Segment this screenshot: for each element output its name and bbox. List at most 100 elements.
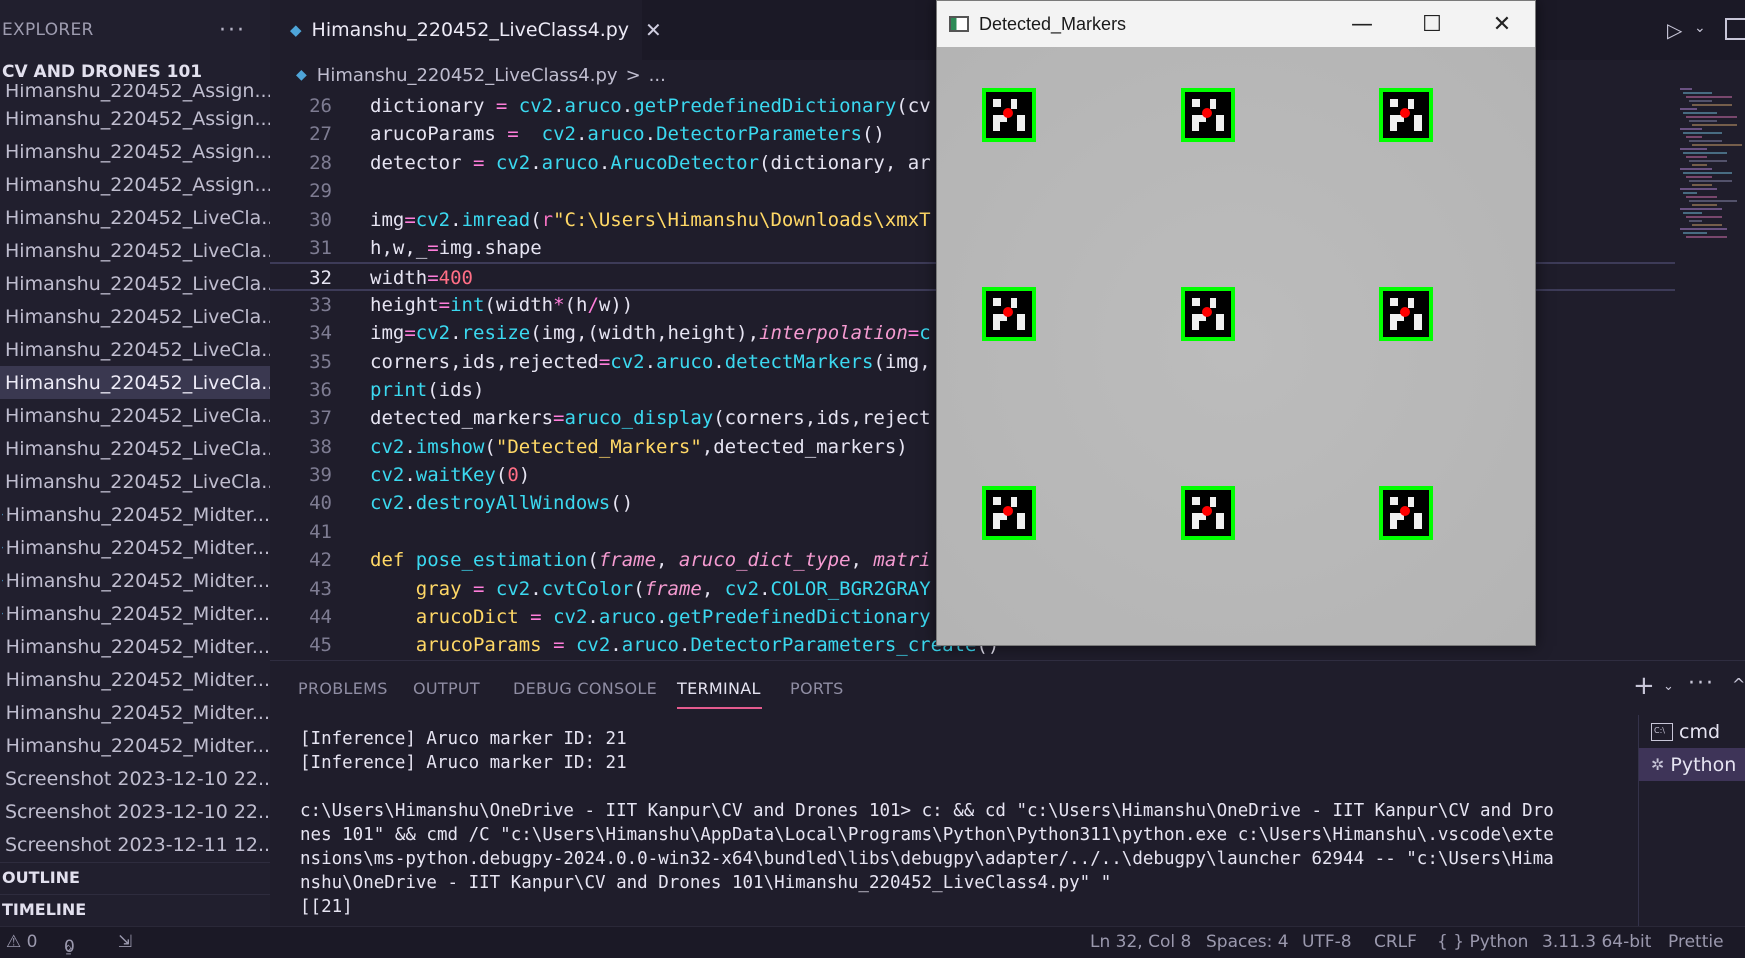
code-text: corners,ids,rejected=cv2.aruco.detectMar… bbox=[370, 350, 931, 373]
more-actions-icon[interactable]: ··· bbox=[1688, 671, 1715, 696]
timeline-section[interactable]: TIMELINE bbox=[0, 894, 270, 924]
problems-status[interactable]: ⚠ 0 bbox=[6, 932, 37, 952]
run-icon[interactable]: ▷ bbox=[1667, 18, 1682, 42]
file-label: Himanshu_220452_LiveCla... bbox=[5, 272, 270, 295]
chevron-down-icon[interactable]: ⌄ bbox=[1694, 20, 1706, 36]
interpreter-status[interactable]: 3.11.3 64-bit bbox=[1542, 932, 1651, 952]
file-tree-item[interactable]: ◆Himanshu_220452_LiveCla... bbox=[0, 366, 270, 399]
file-tree-item[interactable]: ◆Himanshu_220452_Midter... bbox=[0, 498, 270, 531]
code-text: height=int(width*(h/w)) bbox=[370, 293, 634, 316]
file-tree-item-partial[interactable]: ▧ Himanshu_220452_Assign... bbox=[0, 84, 270, 102]
minimap-line bbox=[1683, 232, 1707, 234]
line-number: 31 bbox=[309, 236, 332, 259]
code-text: dictionary = cv2.aruco.getPredefinedDict… bbox=[370, 95, 931, 117]
code-text: img=cv2.resize(img,(width,height),interp… bbox=[370, 322, 931, 345]
python-file-icon: ◆ bbox=[2, 573, 3, 588]
file-label: Himanshu_220452_Midter... bbox=[5, 503, 270, 526]
outline-section[interactable]: OUTLINE bbox=[0, 862, 270, 892]
explorer-sidebar: EXPLORER ··· CV AND DRONES 101 ▧ Himansh… bbox=[0, 0, 270, 926]
file-tree-item[interactable]: ▧Himanshu_220452_Midter... bbox=[0, 663, 270, 696]
close-tab-icon[interactable]: ✕ bbox=[645, 18, 662, 42]
file-label: Himanshu_220452_Midter... bbox=[5, 569, 270, 592]
file-tree-item[interactable]: ◆Himanshu_220452_LiveCla... bbox=[0, 267, 270, 300]
aruco-marker bbox=[1181, 287, 1235, 341]
line-number: 33 bbox=[309, 293, 332, 316]
file-tree-item[interactable]: ▧Himanshu_220452_Assign... bbox=[0, 102, 270, 135]
new-terminal-icon[interactable]: + bbox=[1633, 671, 1655, 701]
prettier-status[interactable]: Prettie bbox=[1668, 932, 1724, 952]
split-editor-icon[interactable] bbox=[1725, 18, 1745, 40]
code-text: arucoParams = cv2.aruco.DetectorParamete… bbox=[415, 634, 1000, 657]
code-text: arucoParams = cv2.aruco.DetectorParamete… bbox=[370, 123, 885, 146]
file-tree-item[interactable]: ◆Himanshu_220452_LiveCla... bbox=[0, 300, 270, 333]
aruco-marker bbox=[982, 287, 1036, 341]
eol-status[interactable]: CRLF bbox=[1374, 932, 1417, 952]
file-label: Himanshu_220452_Midter... bbox=[5, 701, 270, 724]
file-tree-item[interactable]: ◆Himanshu_220452_LiveCla... bbox=[0, 234, 270, 267]
window-titlebar[interactable]: Detected_Markers — ☐ ✕ bbox=[937, 1, 1535, 47]
tab-debug-console[interactable]: DEBUG CONSOLE bbox=[513, 679, 657, 698]
file-tree-item[interactable]: ▧Himanshu_220452_LiveCla... bbox=[0, 399, 270, 432]
tab-liveclass4[interactable]: ◆ Himanshu_220452_LiveClass4.py ✕ bbox=[270, 0, 662, 60]
minimap-line bbox=[1680, 208, 1722, 210]
file-label: Himanshu_220452_LiveCla... bbox=[5, 437, 270, 460]
chevron-down-icon[interactable]: ⌄ bbox=[1663, 679, 1674, 694]
tab-ports[interactable]: PORTS bbox=[790, 679, 844, 698]
file-tree-item[interactable]: ◆Himanshu_220452_Midter... bbox=[0, 564, 270, 597]
file-tree-item[interactable]: ◆Himanshu_220452_Midter... bbox=[0, 531, 270, 564]
encoding-status[interactable]: UTF-8 bbox=[1302, 932, 1352, 952]
python-file-icon: ◆ bbox=[2, 507, 3, 522]
minimap-line bbox=[1683, 212, 1702, 214]
terminal-output[interactable]: [Inference] Aruco marker ID: 21 [Inferen… bbox=[300, 727, 1630, 923]
file-tree-item[interactable]: ▧Screenshot 2023-12-10 22... bbox=[0, 795, 270, 828]
minimize-button[interactable]: — bbox=[1327, 1, 1397, 47]
code-text: def pose_estimation(frame, aruco_dict_ty… bbox=[370, 549, 931, 572]
terminal-item-python[interactable]: ✲ Python bbox=[1639, 748, 1745, 781]
tab-label: Himanshu_220452_LiveClass4.py bbox=[311, 19, 630, 41]
file-tree-item[interactable]: ▧Himanshu_220452_Midter... bbox=[0, 729, 270, 762]
debug-icon: ✲ bbox=[1651, 755, 1665, 774]
file-tree-item[interactable]: ▧Himanshu_220452_Assign... bbox=[0, 168, 270, 201]
file-tree-item[interactable]: ◆Himanshu_220452_LiveCla... bbox=[0, 201, 270, 234]
detected-markers-window[interactable]: Detected_Markers — ☐ ✕ bbox=[936, 0, 1536, 646]
file-tree-item[interactable]: ▧Himanshu_220452_LiveCla... bbox=[0, 465, 270, 498]
line-number: 32 bbox=[309, 267, 332, 290]
minimap-line bbox=[1686, 236, 1727, 238]
cursor-position[interactable]: Ln 32, Col 8 bbox=[1090, 932, 1191, 952]
terminal-item-cmd[interactable]: C:\ cmd bbox=[1639, 715, 1745, 748]
minimap-line bbox=[1686, 196, 1717, 198]
tab-problems[interactable]: PROBLEMS bbox=[298, 679, 388, 698]
code-text: detected_markers=aruco_display(corners,i… bbox=[370, 407, 931, 430]
more-actions-icon[interactable]: ··· bbox=[219, 18, 246, 43]
file-tree-item[interactable]: ▧Himanshu_220452_LiveCla... bbox=[0, 432, 270, 465]
minimap[interactable] bbox=[1680, 88, 1745, 248]
breadcrumb-more[interactable]: ... bbox=[649, 65, 666, 86]
code-text: img=cv2.imread(r"C:\Users\Himanshu\Downl… bbox=[370, 208, 931, 231]
workspace-folder-title[interactable]: CV AND DRONES 101 bbox=[0, 60, 270, 84]
close-window-button[interactable]: ✕ bbox=[1467, 1, 1537, 47]
file-tree-item[interactable]: ▧Himanshu_220452_Midter... bbox=[0, 696, 270, 729]
file-tree-item[interactable]: ◆Himanshu_220452_LiveCla... bbox=[0, 333, 270, 366]
minimap-line bbox=[1683, 132, 1722, 134]
aruco-marker bbox=[1181, 88, 1235, 142]
maximize-panel-icon[interactable]: ^ bbox=[1732, 675, 1745, 694]
file-tree-item[interactable]: ▧Screenshot 2023-12-11 12... bbox=[0, 828, 270, 856]
line-number: 26 bbox=[309, 95, 332, 117]
file-label: Himanshu_220452_Midter... bbox=[5, 536, 270, 559]
live-share-icon[interactable]: ⇲ bbox=[118, 932, 132, 952]
indentation-status[interactable]: Spaces: 4 bbox=[1206, 932, 1289, 952]
marker-image bbox=[937, 47, 1535, 645]
file-tree-item[interactable]: ▧Himanshu_220452_Assign... bbox=[0, 135, 270, 168]
panel-tabs: PROBLEMS OUTPUT DEBUG CONSOLE TERMINAL P… bbox=[270, 661, 1745, 721]
aruco-marker bbox=[982, 88, 1036, 142]
breadcrumb-file[interactable]: Himanshu_220452_LiveClass4.py bbox=[317, 65, 618, 86]
terminal-list: C:\ cmd ✲ Python bbox=[1638, 715, 1745, 927]
language-mode[interactable]: { } Python bbox=[1437, 932, 1528, 952]
ports-count: 0 bbox=[64, 937, 75, 957]
tab-output[interactable]: OUTPUT bbox=[413, 679, 480, 698]
file-tree-item[interactable]: ▧Screenshot 2023-12-10 22... bbox=[0, 762, 270, 795]
file-tree-item[interactable]: ◆Himanshu_220452_Midter... bbox=[0, 597, 270, 630]
maximize-button[interactable]: ☐ bbox=[1397, 1, 1467, 47]
file-tree-item[interactable]: ▧Himanshu_220452_Midter... bbox=[0, 630, 270, 663]
tab-terminal[interactable]: TERMINAL bbox=[677, 679, 761, 698]
